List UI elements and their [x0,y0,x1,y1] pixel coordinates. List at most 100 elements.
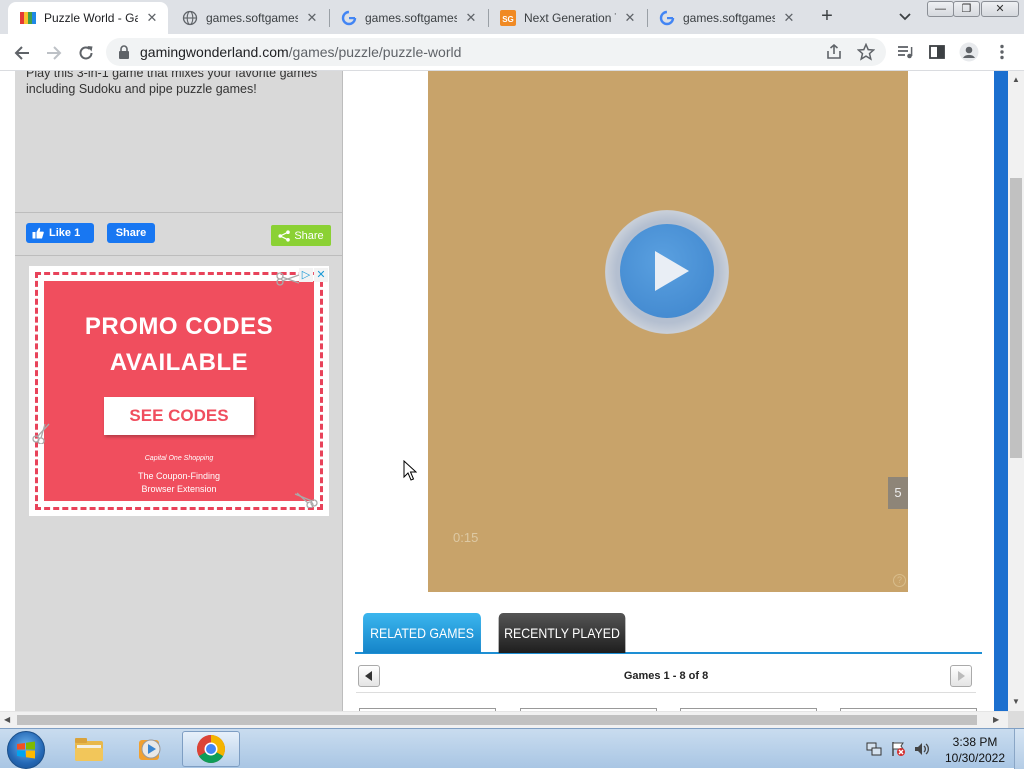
scissors-icon [294,492,318,508]
scroll-up-arrow-icon[interactable]: ▲ [1012,75,1020,84]
side-panel-icon[interactable] [925,40,949,64]
ad-content: PROMO CODES AVAILABLE SEE CODES Capital … [44,281,314,501]
scissors-icon [32,423,50,444]
adchoices-icon[interactable]: ▷ [299,268,313,282]
play-icon[interactable] [655,251,689,291]
see-codes-button[interactable]: SEE CODES [104,397,254,435]
horizontal-scroll-thumb[interactable] [17,715,977,725]
windows-logo-icon [17,741,35,759]
window-close-button[interactable]: ✕ [981,1,1019,17]
back-arrow-icon[interactable] [8,39,36,67]
pager-label: Games 1 - 8 of 8 [623,670,709,682]
forward-arrow-icon[interactable] [40,39,68,67]
system-clock[interactable]: 3:38 PM 10/30/2022 [940,734,1010,766]
tab-recently-played[interactable]: RECENTLY PLAYED [498,613,626,653]
scroll-left-arrow-icon[interactable]: ◀ [4,715,10,724]
scissors-icon [276,272,300,286]
tab-title: games.softgames [683,11,775,25]
close-tab-icon[interactable]: ✕ [622,10,638,26]
browser-tab-strip: Puzzle World - Ga ✕ games.softgames ✕ ga… [0,0,1024,34]
tab-related-games[interactable]: RELATED GAMES [363,613,481,653]
scroll-right-arrow-icon[interactable]: ▶ [993,715,999,724]
facebook-like-button[interactable]: Like 1 [26,223,94,243]
skip-countdown: 5 [888,477,908,509]
close-tab-icon[interactable]: ✕ [463,10,479,26]
windows-taskbar: 3:38 PM 10/30/2022 [0,728,1024,769]
ad-headline-line1: PROMO CODES [84,313,274,340]
games-tab-bar: RELATED GAMES RECENTLY PLAYED [355,613,982,654]
share-button[interactable]: Share [271,225,331,246]
restore-button[interactable]: ❐ [953,1,980,17]
vertical-scrollbar[interactable]: ▲ ▼ [1008,71,1024,711]
profile-avatar-icon[interactable] [957,40,981,64]
action-center-flag-icon[interactable] [890,741,906,757]
bookmark-star-icon[interactable] [854,40,878,64]
lock-icon[interactable] [118,45,130,59]
mouse-cursor-icon [403,460,417,481]
address-bar[interactable]: gamingwonderland.com/games/puzzle/puzzle… [106,38,886,66]
tab-next-generation[interactable]: SG Next Generation T ✕ [488,2,646,34]
google-g-icon [341,10,357,26]
video-ad-player[interactable]: 0:15 5 ? [428,71,908,592]
kebab-menu-icon[interactable] [990,40,1014,64]
tab-softgames-3[interactable]: games.softgames ✕ [647,2,805,34]
globe-icon [182,10,198,26]
ad-brand-logo: Capital One Shopping [144,455,214,462]
sg-favicon-icon: SG [500,10,516,26]
taskbar-media-player[interactable] [121,731,179,767]
tab-title: games.softgames [206,11,298,25]
puzzle-world-favicon-icon [20,10,36,26]
scrollbar-corner [1008,711,1024,728]
tab-title: games.softgames [365,11,457,25]
ad-close-icon[interactable]: ✕ [314,268,328,282]
video-elapsed-time: 0:15 [453,530,479,545]
close-tab-icon[interactable]: ✕ [144,10,160,26]
tab-title: Puzzle World - Ga [44,11,138,25]
games-pager: Games 1 - 8 of 8 [356,661,976,693]
next-page-button[interactable] [950,665,972,687]
clock-time: 3:38 PM [952,735,998,749]
previous-page-button[interactable] [358,665,380,687]
ad-tagline: The Coupon-Finding Browser Extension [44,470,314,496]
folder-icon [75,738,103,761]
tab-title: Next Generation T [524,11,616,25]
scroll-down-arrow-icon[interactable]: ▼ [1012,697,1020,706]
browser-toolbar: gamingwonderland.com/games/puzzle/puzzle… [0,34,1024,71]
google-g-icon [659,10,675,26]
new-tab-plus-icon[interactable]: + [815,5,839,29]
show-desktop-button[interactable] [1014,729,1024,769]
media-player-icon [139,739,161,760]
minimize-button[interactable]: — [927,1,954,17]
network-icon[interactable] [866,741,882,757]
game-description: Play this 3-in-1 game that mixes your fa… [26,71,318,96]
thumbs-up-icon [32,227,44,239]
ad-tagline-line1: The Coupon-Finding [137,471,221,481]
ad-tagline-line2: Browser Extension [141,484,217,494]
tab-puzzle-world[interactable]: Puzzle World - Ga ✕ [8,2,168,34]
share-page-icon[interactable] [822,40,846,64]
close-tab-icon[interactable]: ✕ [304,10,320,26]
triangle-right-icon [958,671,965,681]
share-label: Share [294,229,324,242]
volume-icon[interactable] [914,741,930,757]
tab-softgames-1[interactable]: games.softgames ✕ [170,2,328,34]
url-path: /games/puzzle/puzzle-world [288,44,462,60]
ad-headline-line2: AVAILABLE [109,349,249,376]
start-button[interactable] [7,731,45,769]
ad-headline: PROMO CODES AVAILABLE [44,309,314,381]
vertical-scroll-thumb[interactable] [1010,178,1022,458]
chrome-icon [197,735,225,763]
help-icon[interactable]: ? [893,574,906,587]
tab-softgames-2[interactable]: games.softgames ✕ [329,2,487,34]
horizontal-scrollbar[interactable]: ◀ ▶ [0,711,1008,728]
taskbar-chrome[interactable] [182,731,240,767]
close-tab-icon[interactable]: ✕ [781,10,797,26]
facebook-share-button[interactable]: Share [107,223,155,243]
reload-icon[interactable] [72,39,100,67]
taskbar-file-explorer[interactable] [60,731,118,767]
tab-search-chevron-down-icon[interactable] [895,8,915,26]
media-controls-icon[interactable] [893,40,917,64]
svg-text:SG: SG [502,15,514,24]
advertisement-banner[interactable]: PROMO CODES AVAILABLE SEE CODES Capital … [29,266,329,516]
like-label: Like 1 [49,227,81,239]
